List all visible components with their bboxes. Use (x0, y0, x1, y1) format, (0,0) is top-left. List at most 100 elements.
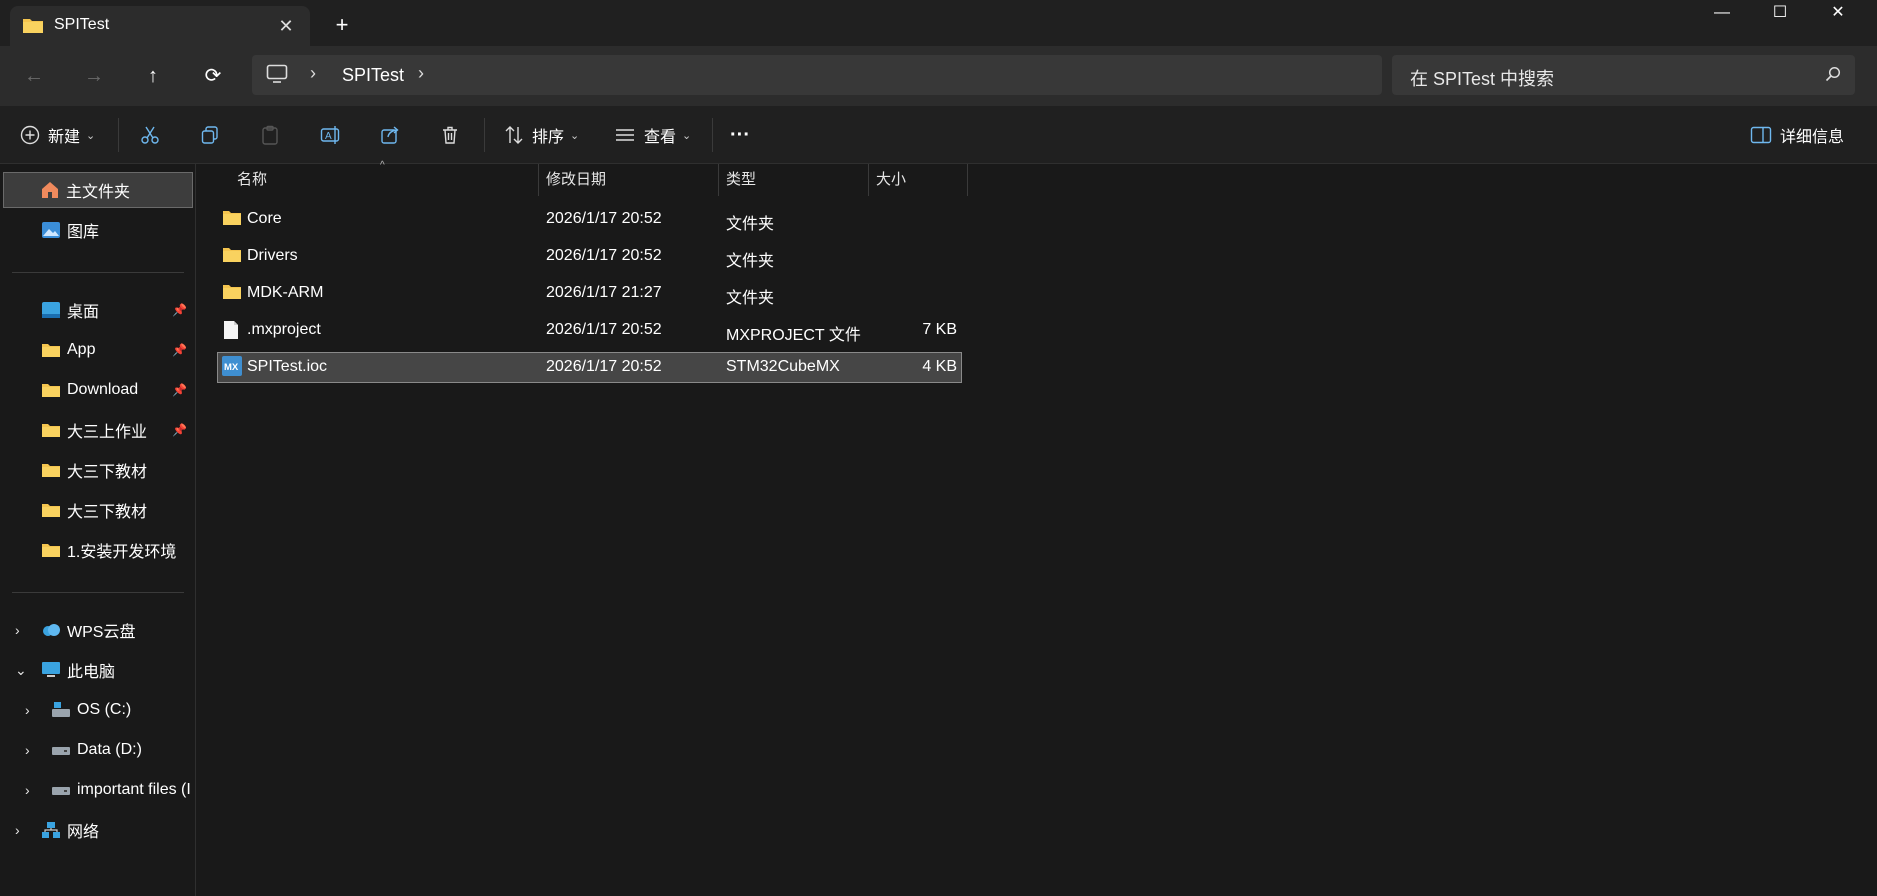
folder-icon (222, 209, 242, 232)
rename-button[interactable]: A (320, 117, 342, 153)
column-header-name[interactable]: 名称 (237, 164, 267, 196)
column-separator[interactable] (538, 164, 539, 196)
breadcrumb[interactable]: SPITest (342, 65, 404, 86)
separator (712, 118, 713, 152)
address-bar[interactable]: › SPITest › (252, 55, 1382, 95)
file-name: MDK-ARM (247, 284, 324, 301)
folder-icon (41, 540, 61, 560)
file-name: .mxproject (247, 321, 321, 338)
sidebar-item-drive-i[interactable]: › important files (I (3, 772, 193, 808)
search-box[interactable]: 在 SPITest 中搜索 (1392, 55, 1855, 95)
cut-button[interactable] (140, 117, 160, 153)
column-header-modified[interactable]: 修改日期 (546, 164, 606, 196)
details-pane-button[interactable]: 详细信息 (1750, 117, 1844, 153)
chevron-right-icon[interactable]: › (15, 622, 20, 638)
computer-icon (41, 660, 61, 680)
sidebar-item-app[interactable]: App 📌 (3, 332, 193, 368)
sidebar-item-gallery[interactable]: 图库 (3, 212, 193, 248)
navigation-pane: 主文件夹 图库 桌面 📌 App 📌 Download 📌 大三上作业 📌 大三… (0, 164, 196, 896)
sidebar-item-textbooks-2[interactable]: 大三下教材 (3, 492, 193, 528)
column-separator[interactable] (967, 164, 968, 196)
chevron-down-icon[interactable]: ⌄ (15, 662, 27, 679)
chevron-right-icon[interactable]: › (15, 822, 20, 838)
copy-icon (200, 125, 220, 145)
home-icon (40, 180, 60, 200)
more-options-button[interactable]: ··· (730, 117, 750, 153)
search-icon[interactable] (1825, 66, 1841, 87)
delete-button[interactable] (440, 117, 460, 153)
column-header-size[interactable]: 大小 (876, 164, 906, 196)
pin-icon[interactable]: 📌 (172, 423, 187, 437)
view-list-icon (614, 125, 636, 145)
paste-button[interactable] (260, 117, 280, 153)
column-header-type[interactable]: 类型 (726, 164, 756, 196)
sidebar-item-home[interactable]: 主文件夹 (3, 172, 193, 208)
file-type: MXPROJECT 文件 (726, 327, 861, 344)
search-input[interactable]: 在 SPITest 中搜索 (1410, 65, 1554, 91)
back-button[interactable]: ← (14, 56, 54, 96)
file-type: 文件夹 (726, 216, 775, 233)
svg-text:A: A (325, 131, 332, 142)
copy-button[interactable] (200, 117, 220, 153)
tab-close-icon[interactable]: ✕ (272, 12, 300, 40)
chevron-right-icon[interactable]: › (25, 702, 30, 718)
sidebar-item-network[interactable]: › 网络 (3, 812, 193, 848)
sidebar-item-drive-c[interactable]: › OS (C:) (3, 692, 193, 728)
sidebar-item-label: 图库 (67, 224, 100, 241)
sidebar-item-label: WPS云盘 (67, 624, 136, 641)
chevron-right-icon[interactable]: › (310, 63, 316, 84)
file-type: 文件夹 (726, 290, 775, 307)
scissors-icon (140, 125, 160, 145)
file-name: SPITest.ioc (247, 358, 328, 375)
new-button[interactable]: 新建 ⌄ (20, 117, 95, 153)
new-tab-button[interactable]: + (326, 10, 358, 42)
sidebar-item-install-env[interactable]: 1.安装开发环境 (3, 532, 193, 568)
details-label: 详细信息 (1780, 129, 1845, 146)
drive-icon (51, 740, 71, 760)
table-row-selected[interactable]: MX SPITest.ioc 2026/1/17 20:52 STM32Cube… (217, 352, 962, 383)
separator (118, 118, 119, 152)
table-row[interactable]: .mxproject 2026/1/17 20:52 MXPROJECT 文件 … (217, 315, 962, 346)
sidebar-item-junior-homework[interactable]: 大三上作业 📌 (3, 412, 193, 448)
pin-icon[interactable]: 📌 (172, 303, 187, 317)
new-label: 新建 (48, 129, 81, 146)
pin-icon[interactable]: 📌 (172, 343, 187, 357)
trash-icon (440, 125, 460, 145)
tab-spitest[interactable]: SPITest ✕ (10, 6, 310, 46)
up-button[interactable]: ↑ (133, 56, 173, 96)
view-button[interactable]: 查看 ⌄ (614, 117, 691, 153)
file-type: STM32CubeMX (726, 358, 840, 375)
table-row[interactable]: Drivers 2026/1/17 20:52 文件夹 (217, 241, 962, 272)
divider (12, 272, 184, 273)
computer-icon (266, 64, 288, 89)
maximize-button[interactable]: ☐ (1750, 0, 1810, 28)
command-bar: 新建 ⌄ A 排序 ⌄ 查看 ⌄ ··· 详细信息 (0, 106, 1877, 164)
column-separator[interactable] (718, 164, 719, 196)
share-button[interactable] (380, 117, 400, 153)
close-window-button[interactable]: ✕ (1808, 0, 1868, 28)
forward-button[interactable]: → (74, 56, 114, 96)
chevron-right-icon[interactable]: › (418, 63, 424, 84)
table-row[interactable]: Core 2026/1/17 20:52 文件夹 (217, 204, 962, 235)
minimize-button[interactable]: — (1692, 0, 1752, 28)
divider (12, 592, 184, 593)
folder-icon (41, 500, 61, 520)
share-icon (380, 125, 400, 145)
chevron-right-icon[interactable]: › (25, 742, 30, 758)
sidebar-item-wps-cloud[interactable]: › WPS云盘 (3, 612, 193, 648)
sidebar-item-textbooks-1[interactable]: 大三下教材 (3, 452, 193, 488)
sidebar-item-desktop[interactable]: 桌面 📌 (3, 292, 193, 328)
chevron-right-icon[interactable]: › (25, 782, 30, 798)
sidebar-item-drive-d[interactable]: › Data (D:) (3, 732, 193, 768)
sidebar-item-this-pc[interactable]: ⌄ 此电脑 (3, 652, 193, 688)
file-icon (222, 320, 240, 345)
sidebar-item-download[interactable]: Download 📌 (3, 372, 193, 408)
column-separator[interactable] (868, 164, 869, 196)
refresh-button[interactable]: ⟳ (193, 56, 233, 96)
sort-button[interactable]: 排序 ⌄ (504, 117, 579, 153)
folder-icon (222, 246, 242, 269)
svg-text:MX: MX (224, 362, 239, 373)
sidebar-item-label: 1.安装开发环境 (67, 544, 177, 561)
pin-icon[interactable]: 📌 (172, 383, 187, 397)
table-row[interactable]: MDK-ARM 2026/1/17 21:27 文件夹 (217, 278, 962, 309)
